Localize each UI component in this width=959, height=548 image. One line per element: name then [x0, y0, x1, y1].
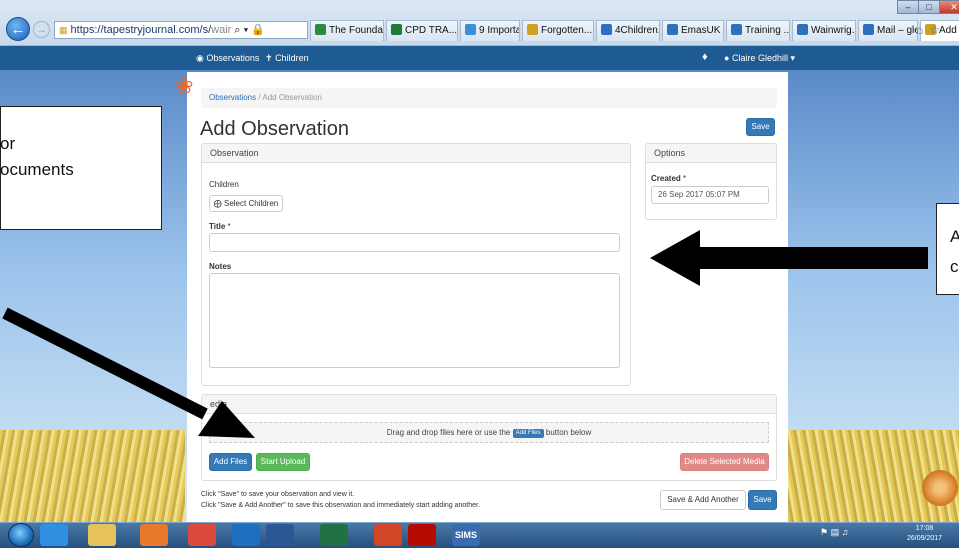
- sims-icon[interactable]: SIMS: [452, 524, 480, 546]
- flag-icon[interactable]: ⚑: [820, 527, 828, 537]
- acrobat-icon[interactable]: [408, 524, 436, 546]
- system-tray: ⚑ ▤ ♫: [820, 527, 848, 538]
- clock-time: 17:08: [915, 525, 934, 532]
- explorer-icon[interactable]: [88, 524, 116, 546]
- excel-icon[interactable]: [320, 524, 348, 546]
- arrow-right: [650, 230, 928, 286]
- clock[interactable]: 17:08 26/09/2017: [907, 524, 942, 544]
- annotation-arrows: [2, 230, 928, 438]
- outlook-icon[interactable]: [232, 524, 260, 546]
- media-player-icon[interactable]: [140, 524, 168, 546]
- word-icon[interactable]: [266, 524, 294, 546]
- clock-date: 26/09/2017: [907, 535, 943, 542]
- network-icon[interactable]: ▤: [831, 527, 840, 537]
- ie-icon[interactable]: [40, 524, 68, 546]
- volume-icon[interactable]: ♫: [842, 527, 849, 537]
- powerpoint-icon[interactable]: [374, 524, 402, 546]
- arrow-left: [2, 307, 255, 438]
- chrome-icon[interactable]: [188, 524, 216, 546]
- start-button[interactable]: [8, 523, 34, 547]
